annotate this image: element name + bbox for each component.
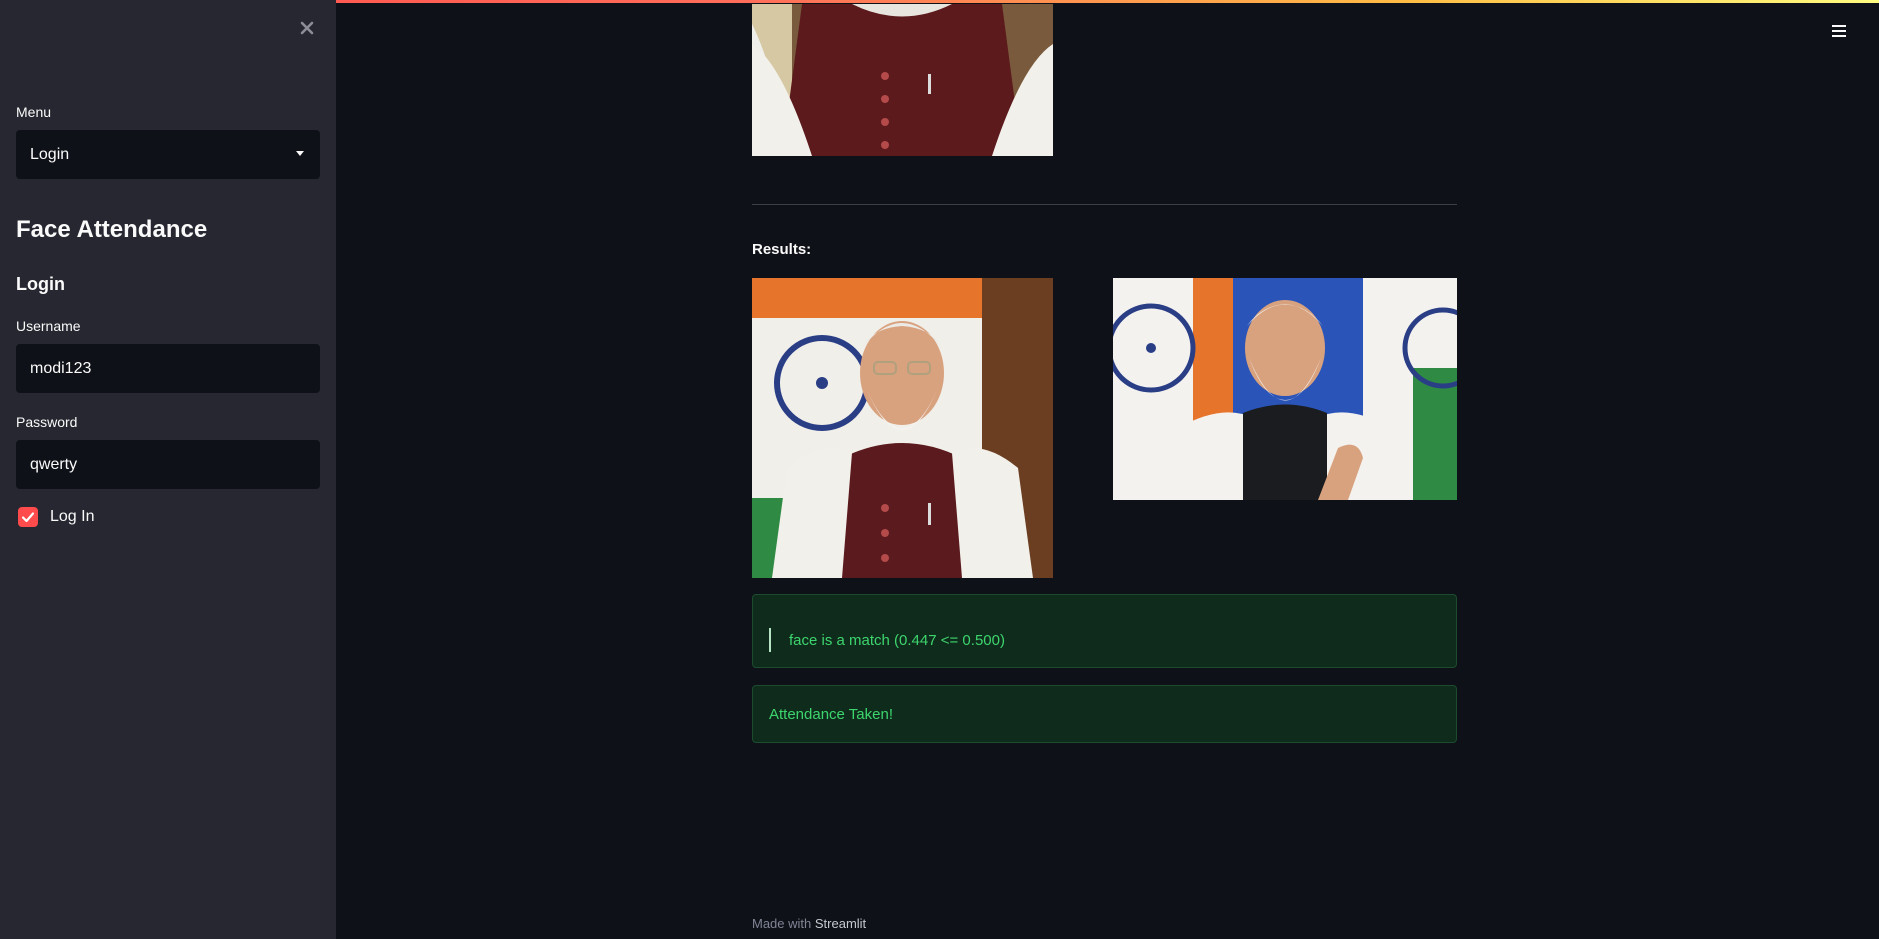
chevron-down-icon [296,151,304,156]
match-result-text: face is a match (0.447 <= 0.500) [789,632,1005,649]
login-section-title: Login [16,274,65,294]
footer-streamlit-link[interactable]: Streamlit [815,916,866,931]
section-divider [752,204,1457,205]
result-image-reference [1113,278,1457,500]
menu-select[interactable]: Login [16,130,320,179]
results-label: Results: [752,241,812,258]
menu-select-value: Login [30,145,70,163]
attendance-success-text: Attendance Taken! [769,706,893,723]
hamburger-menu-icon[interactable] [1830,23,1848,39]
username-label: Username [16,318,81,334]
app-title: Face Attendance [16,216,208,243]
password-value: qwerty [30,455,78,473]
login-checkbox-label: Log In [50,508,95,525]
username-field[interactable]: modi123 [16,344,320,393]
login-checkbox[interactable]: Log In [18,507,94,527]
quote-bar [769,628,771,652]
footer: Made with Streamlit [752,916,866,931]
attendance-success-alert: Attendance Taken! [752,685,1457,743]
footer-made-with: Made with [752,916,812,931]
password-label: Password [16,414,78,430]
checkbox-checked-icon[interactable] [18,507,38,527]
sidebar: Menu Login Face Attendance Login Usernam… [0,0,336,939]
close-icon[interactable] [296,17,318,39]
result-image-uploaded [752,278,1053,578]
match-result-alert: face is a match (0.447 <= 0.500) [752,594,1457,668]
uploaded-face-image [752,4,1053,156]
username-value: modi123 [30,359,92,377]
password-field[interactable]: qwerty [16,440,320,489]
menu-label: Menu [16,104,52,120]
